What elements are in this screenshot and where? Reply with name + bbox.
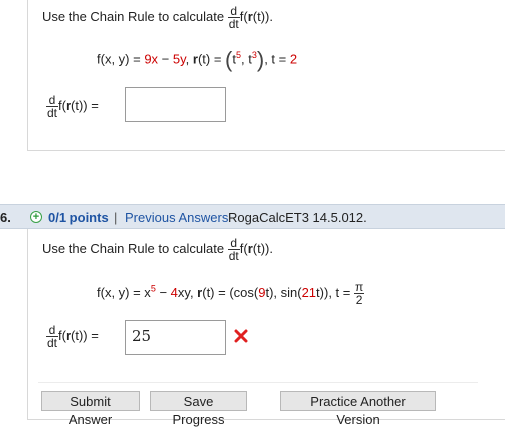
button-divider bbox=[38, 382, 478, 383]
prev-func-b: 5y bbox=[172, 51, 186, 67]
sin-tail: t)), t = bbox=[316, 284, 354, 300]
prompt-text: Use the Chain Rule to calculate bbox=[42, 240, 225, 256]
func-coef: 4 bbox=[170, 284, 178, 300]
answer-f: f( bbox=[58, 327, 66, 343]
function-line: f(x, y) = x5 − 4xy, r(t) = (cos(9t), sin… bbox=[97, 281, 365, 307]
x-mark-icon bbox=[234, 329, 248, 346]
previous-question-panel: Use the Chain Rule to calculate d dt f(r… bbox=[27, 0, 505, 151]
func-xy: xy bbox=[177, 284, 190, 300]
prev-answer-f: f( bbox=[58, 97, 66, 113]
prev-derivative-operator: d dt bbox=[227, 5, 240, 31]
question-number: 6. bbox=[0, 210, 11, 225]
submit-answer-button[interactable]: Submit Answer bbox=[41, 391, 140, 427]
answer-derivative: d dt bbox=[46, 324, 59, 350]
func-mid: − bbox=[155, 284, 171, 300]
prev-prompt-text: Use the Chain Rule to calculate bbox=[42, 8, 225, 24]
dt-den: dt bbox=[228, 249, 239, 263]
prev-t-val: 2 bbox=[289, 51, 298, 67]
prev-answer-dt: dt bbox=[47, 106, 58, 120]
prev-prompt-tail: (t)). bbox=[252, 8, 273, 24]
answer-tail: (t)) = bbox=[71, 327, 99, 343]
answer-label: d dt f(r(t)) = bbox=[46, 324, 99, 349]
question-prompt: Use the Chain Rule to calculate d dt f(r… bbox=[42, 237, 273, 262]
r-eq: (t) = (cos( bbox=[202, 284, 259, 300]
prev-func-a: 9x bbox=[144, 51, 159, 67]
answer-dt: dt bbox=[47, 336, 58, 350]
previous-answers-link[interactable]: Previous Answers bbox=[125, 210, 228, 225]
prev-func-mid: − bbox=[158, 51, 173, 67]
points-link[interactable]: 0/1 points bbox=[48, 210, 109, 225]
prev-answer-tail: (t)) = bbox=[71, 97, 99, 113]
expand-plus-icon[interactable]: + bbox=[30, 211, 42, 223]
prev-answer-derivative: d dt bbox=[46, 94, 59, 120]
prev-func-sep: , bbox=[185, 51, 193, 67]
header-separator: | bbox=[114, 210, 118, 225]
prev-prompt: Use the Chain Rule to calculate d dt f(r… bbox=[42, 5, 273, 30]
prev-r-eq: (t) = bbox=[197, 51, 226, 67]
prev-answer-label: d dt f(r(t)) = bbox=[46, 94, 99, 119]
prev-answer-input[interactable] bbox=[125, 87, 226, 122]
two-den: 2 bbox=[355, 293, 363, 307]
prev-function-line: f(x, y) = 9x − 5y, r(t) = (t5, t3), t = … bbox=[97, 47, 297, 73]
prev-prompt-f: f( bbox=[239, 8, 248, 24]
question-source: RogaCalcET3 14.5.012. bbox=[228, 210, 367, 225]
cos-tail: t), sin( bbox=[265, 284, 302, 300]
func-pre: f(x, y) = x bbox=[97, 284, 151, 300]
practice-another-version-button[interactable]: Practice Another Version bbox=[280, 391, 436, 427]
prev-t-eq: , t = bbox=[264, 51, 290, 67]
prompt-tail: (t)). bbox=[252, 240, 273, 256]
t-value-fraction: π 2 bbox=[353, 281, 365, 307]
derivative-operator: d dt bbox=[227, 237, 240, 263]
sin-coef: 21 bbox=[301, 284, 317, 300]
answer-input[interactable]: 25 bbox=[125, 320, 226, 355]
prev-func-pre: f(x, y) = bbox=[97, 51, 145, 67]
save-progress-button[interactable]: Save Progress bbox=[150, 391, 247, 427]
prompt-f: f( bbox=[239, 240, 248, 256]
prev-dt-den: dt bbox=[228, 17, 239, 31]
question-header: 6. + 0/1 points | Previous Answers RogaC… bbox=[0, 204, 505, 229]
